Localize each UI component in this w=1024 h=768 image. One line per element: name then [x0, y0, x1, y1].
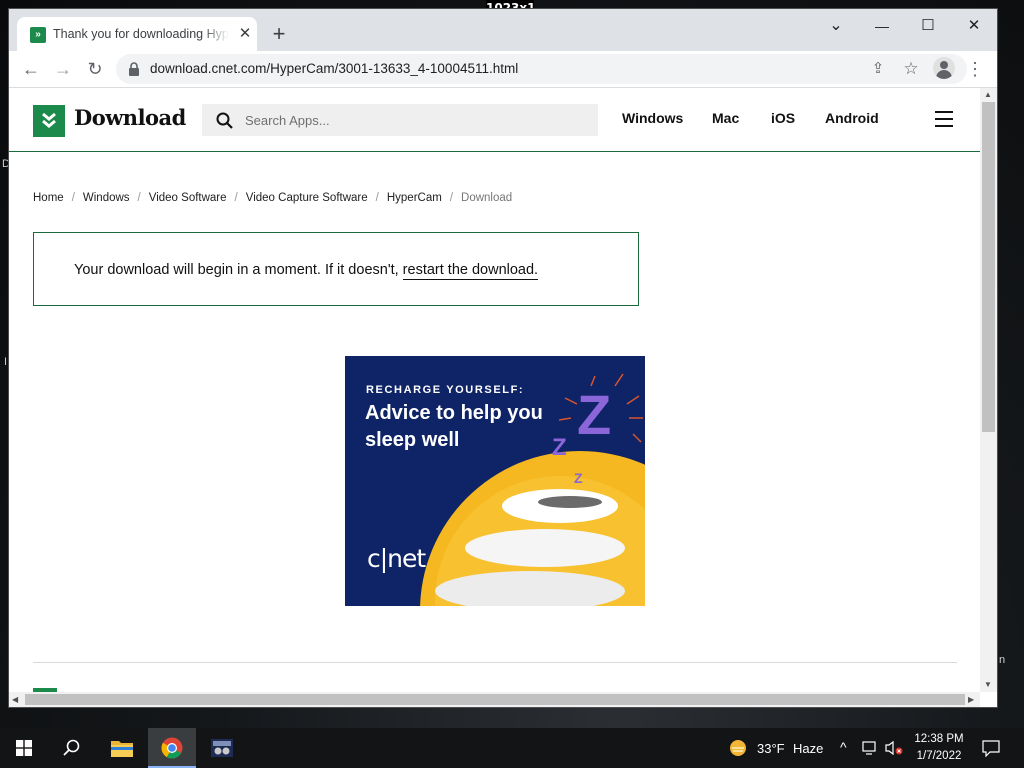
tab-title: Thank you for downloading HyperCam	[53, 27, 229, 41]
file-explorer-button[interactable]	[98, 728, 146, 768]
search-taskbar-button[interactable]	[48, 728, 96, 768]
ad-eyebrow: RECHARGE YOURSELF:	[366, 384, 525, 396]
restart-download-link[interactable]: restart the download.	[402, 262, 539, 280]
browser-toolbar: ← → ↻ download.cnet.com/HyperCam/3001-13…	[9, 51, 997, 88]
lock-icon	[129, 62, 139, 76]
horizontal-scroll-thumb[interactable]	[25, 694, 965, 705]
tab-close-icon[interactable]: ✕	[236, 25, 254, 43]
breadcrumb-video-software[interactable]: Video Software	[149, 192, 227, 204]
ad-headline: Advice to help you sleep well	[365, 402, 543, 451]
breadcrumb-current: Download	[461, 192, 513, 204]
url-text[interactable]: download.cnet.com/HyperCam/3001-13633_4-…	[150, 61, 518, 76]
browser-window: » Thank you for downloading HyperCam ✕ +…	[9, 9, 997, 707]
chrome-icon	[161, 737, 183, 759]
start-button[interactable]	[0, 728, 48, 768]
tray-overflow-chevron-icon[interactable]: ^	[840, 739, 847, 755]
minimize-button[interactable]: —	[862, 13, 902, 39]
desktop-edge-letter: n	[999, 654, 1006, 666]
windows-logo-icon	[16, 740, 32, 756]
site-header: Download Windows Mac iOS Android	[9, 88, 980, 152]
reload-button[interactable]: ↻	[81, 55, 109, 83]
back-button[interactable]: ←	[17, 55, 45, 83]
section-divider	[33, 662, 957, 663]
vertical-scrollbar[interactable]: ▲ ▼	[980, 88, 997, 692]
hypercam-icon	[211, 739, 233, 757]
browser-menu-icon[interactable]: ⋮	[961, 55, 989, 83]
hypercam-taskbar-button[interactable]	[198, 728, 246, 768]
search-box[interactable]	[202, 104, 598, 136]
network-icon[interactable]	[862, 741, 878, 755]
nav-mac[interactable]: Mac	[712, 110, 739, 126]
download-logo-icon[interactable]	[33, 105, 65, 137]
address-bar[interactable]: download.cnet.com/HyperCam/3001-13633_4-…	[116, 54, 967, 84]
search-icon	[216, 112, 233, 129]
folder-icon	[111, 741, 133, 757]
cnet-logo: c|net	[367, 544, 426, 573]
horizontal-scrollbar[interactable]: ◀ ▶	[9, 692, 980, 707]
nav-android[interactable]: Android	[825, 110, 879, 126]
close-window-button[interactable]: ✕	[954, 13, 994, 39]
breadcrumb-windows[interactable]: Windows	[83, 192, 130, 204]
notification-center-icon[interactable]	[982, 739, 1000, 757]
breadcrumb-video-capture-software[interactable]: Video Capture Software	[246, 192, 368, 204]
search-input[interactable]	[243, 112, 577, 129]
weather-temp[interactable]: 33°F	[757, 741, 785, 756]
maximize-button[interactable]: ☐	[908, 13, 948, 39]
tab-search-button[interactable]: ⌄	[816, 13, 856, 39]
tab-strip: » Thank you for downloading HyperCam ✕ +…	[9, 9, 997, 51]
share-icon[interactable]: ⇪	[867, 58, 889, 80]
ad-banner[interactable]: RECHARGE YOURSELF: Advice to help you sl…	[345, 356, 645, 606]
bookmark-star-icon[interactable]: ☆	[900, 58, 922, 80]
new-tab-button[interactable]: +	[267, 23, 291, 47]
breadcrumb: Home / Windows / Video Software / Video Captur…	[33, 192, 513, 204]
breadcrumb-hypercam[interactable]: HyperCam	[387, 192, 442, 204]
ad-mid-z: Z	[552, 434, 567, 461]
page-viewport: Download Windows Mac iOS Android Home/Wi…	[9, 88, 980, 692]
notice-text: Your download will begin in a moment. If…	[74, 262, 539, 280]
tab-active[interactable]: » Thank you for downloading HyperCam ✕	[17, 17, 257, 51]
nav-windows[interactable]: Windows	[622, 110, 683, 126]
magnifier-icon	[63, 739, 80, 756]
ad-small-z: Z	[574, 470, 583, 486]
nav-ios[interactable]: iOS	[771, 110, 795, 126]
download-favicon-icon: »	[30, 27, 46, 43]
profile-avatar-icon[interactable]	[933, 57, 955, 79]
ad-big-z: Z	[577, 383, 612, 446]
site-logo-text[interactable]: Download	[74, 105, 186, 130]
hamburger-menu-icon[interactable]	[935, 111, 953, 127]
volume-muted-icon[interactable]	[885, 740, 903, 756]
download-notice: Your download will begin in a moment. If…	[33, 232, 639, 306]
weather-desc[interactable]: Haze	[793, 741, 823, 756]
weather-haze-icon[interactable]	[729, 739, 747, 757]
taskbar: 33°F Haze ^ 12:38 PM 1/7/2022	[0, 728, 1024, 768]
breadcrumb-home[interactable]: Home	[33, 192, 64, 204]
desktop-edge-letter: I	[4, 356, 8, 368]
chrome-taskbar-button[interactable]	[148, 728, 196, 768]
vertical-scroll-thumb[interactable]	[982, 102, 995, 432]
forward-button[interactable]: →	[49, 55, 77, 83]
system-clock[interactable]: 12:38 PM 1/7/2022	[906, 731, 972, 765]
